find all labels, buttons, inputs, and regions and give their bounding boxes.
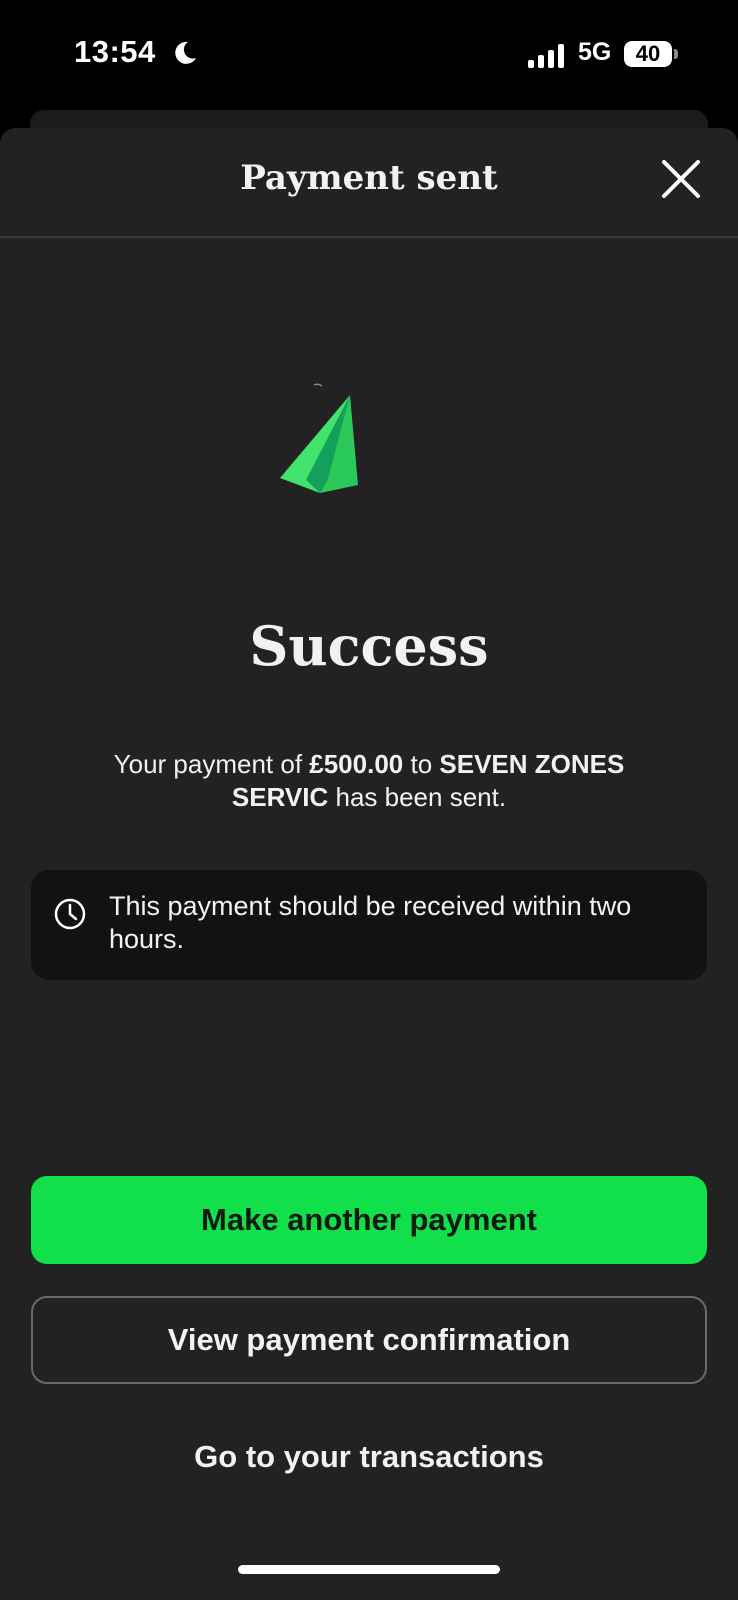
signal-icon [528, 44, 564, 68]
info-text: This payment should be received within t… [109, 891, 632, 954]
battery-cap [674, 49, 678, 59]
battery-icon: 40 [624, 41, 672, 67]
make-another-payment-button[interactable]: Make another payment [31, 1176, 707, 1264]
clock-icon [54, 898, 86, 930]
status-time: 13:54 [74, 34, 156, 69]
message-prefix: Your payment of [113, 749, 310, 779]
paper-plane-icon [280, 383, 358, 493]
message-mid: to [403, 749, 440, 779]
payment-amount: £500.00 [309, 749, 404, 779]
close-icon[interactable] [660, 158, 704, 202]
message-suffix: has been sent. [328, 782, 507, 812]
sheet-header: Payment sent [0, 128, 738, 238]
status-bar: 13:54 5G 40 [0, 0, 738, 110]
go-to-transactions-link[interactable]: Go to your transactions [31, 1413, 707, 1501]
payment-message: Your payment of £500.00 to SEVEN ZONES S… [70, 748, 668, 814]
payment-sent-sheet: Payment sent Success Your payment of £50… [0, 128, 738, 1600]
home-indicator[interactable] [238, 1565, 500, 1574]
view-payment-confirmation-button[interactable]: View payment confirmation [31, 1296, 707, 1384]
page-title: Payment sent [240, 158, 498, 198]
network-type: 5G [578, 38, 612, 66]
info-card: This payment should be received within t… [31, 870, 707, 980]
success-heading: Success [249, 614, 489, 678]
moon-icon [175, 41, 196, 64]
